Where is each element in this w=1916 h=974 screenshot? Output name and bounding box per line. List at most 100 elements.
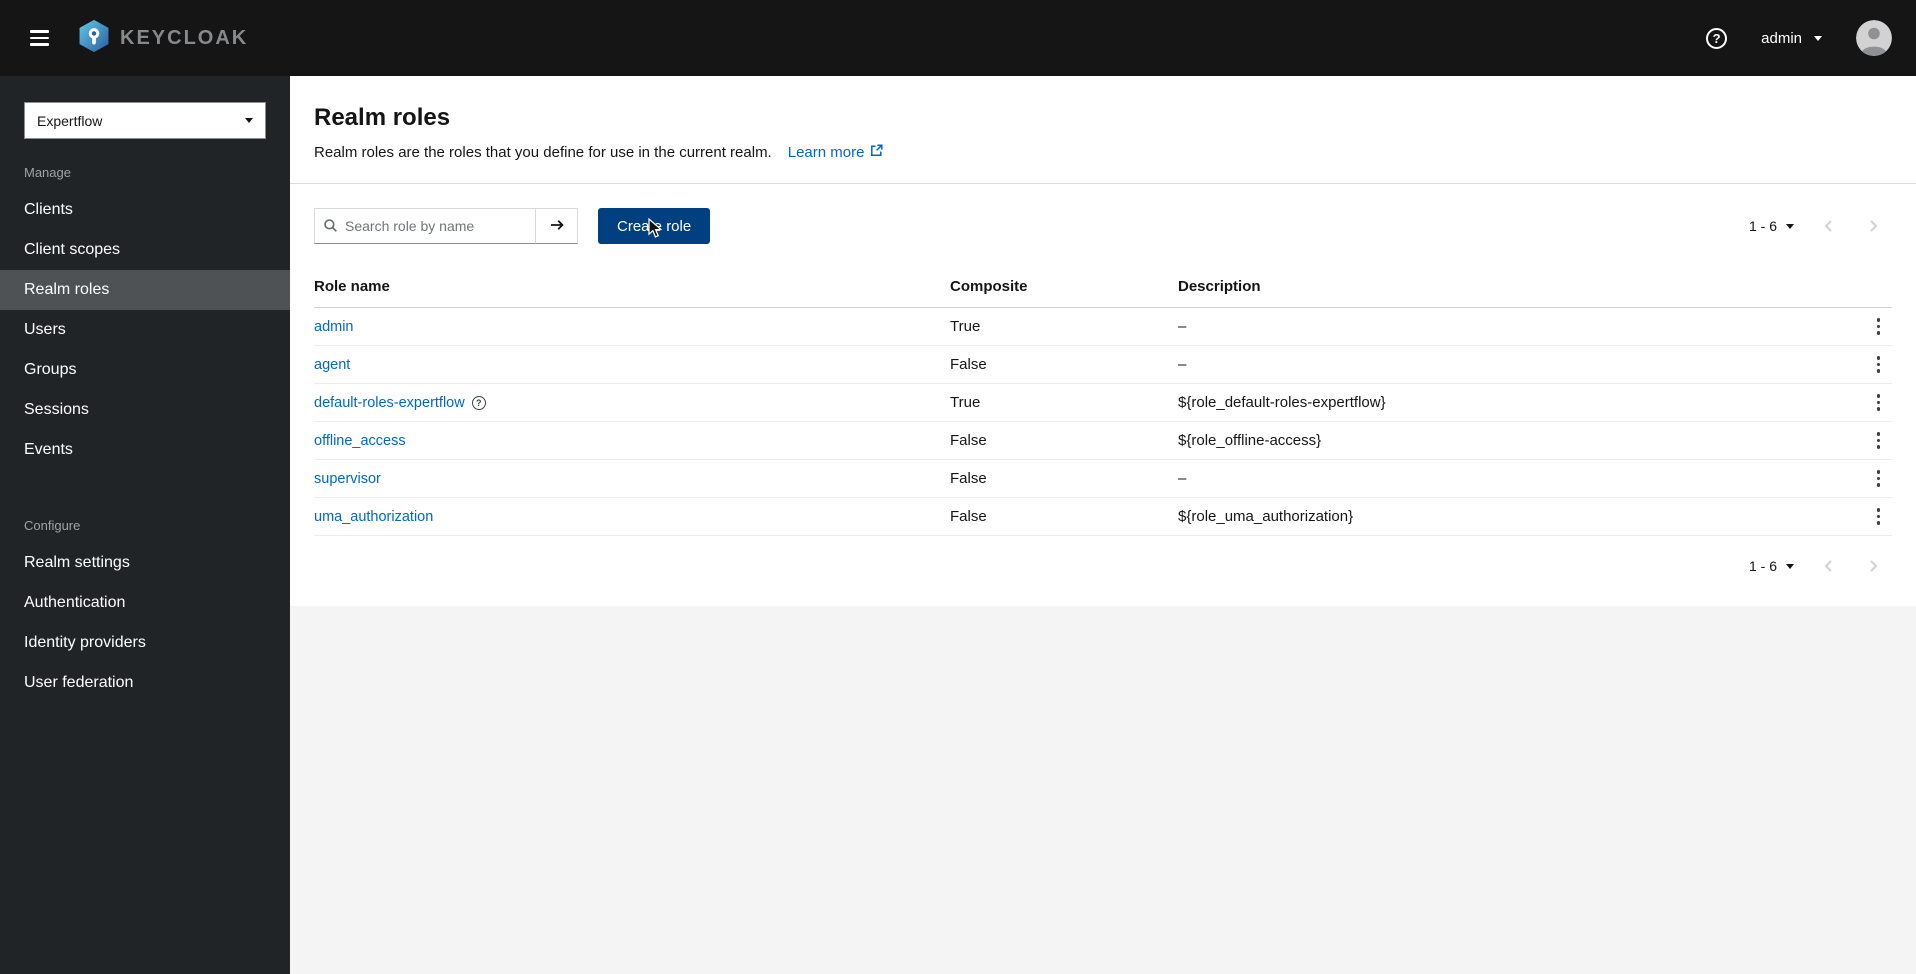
chevron-right-icon (1870, 560, 1878, 572)
keycloak-logo-text: KEYCLOAK (120, 26, 249, 49)
role-name-link[interactable]: supervisor (314, 471, 381, 487)
sidebar-item-clients[interactable]: Clients (0, 190, 290, 230)
sidebar-item-identity-providers[interactable]: Identity providers (0, 623, 290, 663)
composite-cell: False (950, 470, 987, 487)
table-header-row: Role name Composite Description (314, 274, 1892, 308)
role-name-link[interactable]: uma_authorization (314, 509, 433, 525)
sidebar-item-users[interactable]: Users (0, 310, 290, 350)
description-cell: ${role_uma_authorization} (1178, 508, 1354, 525)
pagination-next-button[interactable] (1854, 208, 1892, 244)
username: admin (1761, 29, 1802, 47)
create-role-button[interactable]: Create role (598, 208, 711, 244)
pagination-next-button[interactable] (1854, 548, 1892, 584)
sidebar-item-authentication[interactable]: Authentication (0, 583, 290, 623)
kebab-menu-icon (1876, 356, 1880, 360)
role-name-cell: offline_access (314, 433, 950, 449)
nav-list: Clients Client scopes Realm roles Users Grou… (0, 190, 290, 470)
role-name-cell: supervisor (314, 471, 950, 487)
sidebar-item-user-federation[interactable]: User federation (0, 663, 290, 703)
kebab-menu-button[interactable] (1869, 350, 1889, 379)
actions-cell (1836, 502, 1892, 531)
toolbar: Create role 1 - 6 (314, 208, 1892, 244)
sidebar: Expertflow Manage Clients Client scopes Re… (0, 76, 290, 974)
learn-more-link[interactable]: Learn more (788, 144, 884, 161)
chevron-down-icon (1814, 35, 1822, 41)
kebab-menu-icon (1876, 394, 1880, 398)
sidebar-item-client-scopes[interactable]: Client scopes (0, 230, 290, 270)
kebab-menu-icon (1876, 508, 1880, 512)
table-row: default-roles-expertflow True ${role_def… (314, 384, 1892, 422)
description-cell: ${role_default-roles-expertflow} (1178, 394, 1386, 411)
pagination-bottom: 1 - 6 (314, 548, 1892, 584)
sidebar-item-realm-settings[interactable]: Realm settings (0, 543, 290, 583)
role-name-link[interactable]: offline_access (314, 433, 406, 449)
masthead-right: admin (1706, 20, 1892, 56)
role-name-link[interactable]: admin (314, 319, 354, 335)
pagination-prev-button[interactable] (1810, 208, 1848, 244)
kebab-menu-button[interactable] (1869, 464, 1889, 493)
pagination-prev-button[interactable] (1810, 548, 1848, 584)
description-cell: ${role_offline-access} (1178, 432, 1322, 449)
sidebar-item-events[interactable]: Events (0, 430, 290, 470)
nav-section: Configure Realm settings Authentication Id… (0, 500, 290, 703)
chevron-right-icon (1870, 220, 1878, 232)
hamburger-icon (30, 30, 49, 33)
kebab-menu-button[interactable] (1869, 426, 1889, 455)
search-submit-button[interactable] (536, 208, 578, 244)
nav-section-title: Manage (24, 165, 71, 180)
nav-section: Manage Clients Client scopes Realm roles Us… (0, 147, 290, 470)
actions-cell (1836, 426, 1892, 455)
sidebar-item-realm-roles[interactable]: Realm roles (0, 270, 290, 310)
composite-cell: True (950, 394, 981, 411)
role-name-link[interactable]: agent (314, 357, 350, 373)
actions-cell (1836, 464, 1892, 493)
question-circle-icon[interactable] (471, 395, 486, 410)
description-cell: – (1178, 356, 1187, 373)
kebab-menu-button[interactable] (1869, 502, 1889, 531)
table-row: offline_access False ${role_offline-acce… (314, 422, 1892, 460)
nav-toggle-button[interactable] (24, 24, 55, 52)
column-header-composite: Composite (950, 278, 1028, 295)
keycloak-logo-icon (77, 19, 111, 58)
chevron-down-icon (1786, 563, 1794, 569)
table-row: uma_authorization False ${role_uma_autho… (314, 498, 1892, 536)
table-row: supervisor False – (314, 460, 1892, 498)
composite-cell: False (950, 432, 987, 449)
pagination-range-toggle[interactable]: 1 - 6 (1739, 550, 1804, 582)
actions-cell (1836, 388, 1892, 417)
pagination-range-toggle[interactable]: 1 - 6 (1739, 210, 1804, 242)
description-cell: – (1178, 318, 1187, 335)
table-body: admin True – agent False – default-roles… (314, 308, 1892, 536)
kebab-menu-icon (1876, 470, 1880, 474)
chevron-left-icon (1824, 560, 1832, 572)
sidebar-item-sessions[interactable]: Sessions (0, 390, 290, 430)
chevron-left-icon (1824, 220, 1832, 232)
realm-selector-value: Expertflow (37, 112, 103, 129)
kebab-menu-button[interactable] (1869, 312, 1889, 341)
column-header-role-name: Role name (314, 278, 390, 295)
user-avatar-icon (1856, 20, 1892, 56)
help-icon[interactable] (1706, 27, 1728, 49)
composite-cell: False (950, 508, 987, 525)
user-menu-toggle[interactable]: admin (1761, 30, 1822, 47)
chevron-down-icon (245, 118, 253, 123)
composite-cell: True (950, 318, 981, 335)
keycloak-logo[interactable]: KEYCLOAK (77, 19, 248, 58)
search-group (314, 208, 578, 244)
role-name-cell: default-roles-expertflow (314, 395, 950, 411)
realm-selector[interactable]: Expertflow (24, 102, 266, 139)
pagination-top: 1 - 6 (1739, 208, 1892, 244)
kebab-menu-icon (1876, 318, 1880, 322)
avatar[interactable] (1856, 20, 1892, 56)
role-name-link[interactable]: default-roles-expertflow (314, 395, 465, 411)
sidebar-nav: Manage Clients Client scopes Realm roles Us… (0, 147, 290, 703)
content-section: Create role 1 - 6 (290, 184, 1916, 606)
role-search-input[interactable] (314, 208, 536, 244)
actions-cell (1836, 350, 1892, 379)
sidebar-item-groups[interactable]: Groups (0, 350, 290, 390)
keycloak-admin-console: KEYCLOAK admin Expertflow Manage (0, 0, 1916, 974)
arrow-right-icon (549, 217, 565, 236)
description-cell: – (1178, 470, 1187, 487)
table-row: admin True – (314, 308, 1892, 346)
kebab-menu-button[interactable] (1869, 388, 1889, 417)
